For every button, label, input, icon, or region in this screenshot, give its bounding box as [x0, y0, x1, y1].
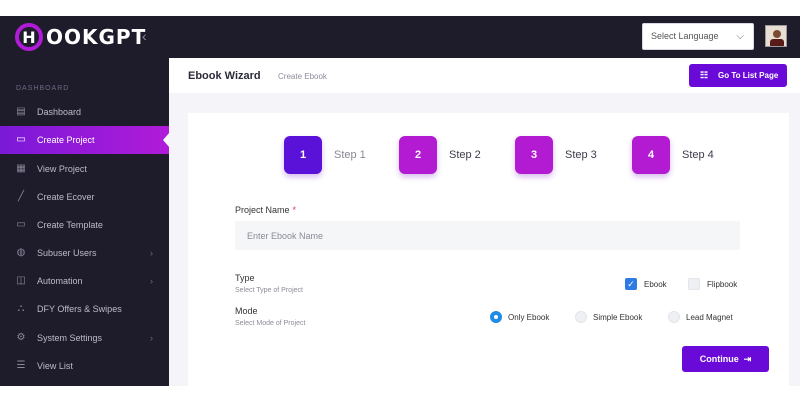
sidebar-item-view-project[interactable]: ▦ View Project: [0, 155, 169, 183]
wizard-card: 1 Step 1 2 Step 2 3 Step 3 4 Step 4 Proj…: [188, 113, 789, 388]
step-number: 1: [284, 136, 322, 174]
type-option-flipbook[interactable]: Flipbook: [688, 278, 737, 290]
sidebar-item-automation[interactable]: ◫ Automation ›: [0, 267, 169, 295]
step-label: Step 2: [449, 149, 481, 161]
radio-unselected-icon[interactable]: [575, 311, 587, 323]
template-icon: ▭: [16, 219, 26, 230]
brush-icon: ╱: [17, 191, 25, 202]
sidebar-item-view-list[interactable]: ☰ View List: [0, 352, 169, 380]
sidebar-item-label: Create Ecover: [37, 192, 95, 202]
window-icon: ▭: [16, 134, 26, 145]
go-to-list-button[interactable]: ☷ Go To List Page: [689, 64, 787, 87]
chevron-right-icon: ›: [150, 333, 153, 343]
main-content: Ebook Wizard Create Ebook ☷ Go To List P…: [169, 58, 800, 388]
users-icon: ◍: [16, 247, 26, 258]
project-name-input[interactable]: [235, 221, 740, 250]
option-label: Only Ebook: [508, 312, 550, 322]
mode-label: Mode: [235, 306, 258, 316]
list-numbered-icon: ☷: [700, 70, 709, 80]
sidebar-item-system-settings[interactable]: ⚙ System Settings ›: [0, 324, 169, 352]
logo-text: OOKGPT: [46, 25, 147, 49]
continue-button[interactable]: Continue ⇥: [682, 346, 769, 372]
chevron-right-icon: ›: [150, 276, 153, 286]
step-number: 3: [515, 136, 553, 174]
checkbox-unchecked-icon[interactable]: [688, 278, 700, 290]
option-label: Lead Magnet: [686, 312, 733, 322]
required-marker: *: [292, 205, 297, 215]
logo[interactable]: H OOKGPT: [14, 18, 146, 56]
step-label: Step 3: [565, 149, 597, 161]
breadcrumb: Ebook Wizard Create Ebook ☷ Go To List P…: [169, 58, 800, 93]
step-2[interactable]: 2 Step 2: [399, 136, 481, 174]
sidebar-item-subuser-users[interactable]: ◍ Subuser Users ›: [0, 239, 169, 267]
chevron-right-icon: ›: [150, 248, 153, 258]
sidebar-heading: DASHBOARD: [16, 85, 70, 92]
automation-icon: ◫: [16, 275, 26, 286]
sidebar-item-label: Subuser Users: [37, 248, 97, 258]
chevron-left-icon[interactable]: ‹: [142, 28, 147, 44]
page-title: Ebook Wizard: [188, 70, 261, 82]
chevron-down-icon: ⌵: [736, 31, 744, 42]
type-label: Type: [235, 273, 255, 283]
mode-option-simple-ebook[interactable]: Simple Ebook: [575, 311, 642, 323]
option-label: Simple Ebook: [593, 312, 643, 322]
sidebar: DASHBOARD ▤ Dashboard ▭ Create Project ▦…: [0, 58, 170, 386]
type-sublabel: Select Type of Project: [235, 287, 303, 294]
type-option-ebook[interactable]: ✓ Ebook: [625, 278, 667, 290]
sidebar-item-dashboard[interactable]: ▤ Dashboard: [0, 98, 169, 126]
logo-mark-icon: H: [14, 22, 44, 52]
step-label: Step 1: [334, 149, 366, 161]
sidebar-item-create-ecover[interactable]: ╱ Create Ecover: [0, 183, 169, 211]
radio-selected-icon[interactable]: [490, 311, 502, 323]
go-to-list-label: Go To List Page: [718, 71, 779, 80]
settings-icon: ⚙: [16, 332, 26, 343]
language-select[interactable]: Select Language ⌵: [642, 23, 754, 50]
sidebar-item-create-project[interactable]: ▭ Create Project: [0, 126, 170, 154]
mode-option-lead-magnet[interactable]: Lead Magnet: [668, 311, 733, 323]
continue-label: Continue: [699, 354, 739, 364]
radio-unselected-icon[interactable]: [668, 311, 680, 323]
sidebar-item-create-template[interactable]: ▭ Create Template: [0, 211, 169, 239]
step-4[interactable]: 4 Step 4: [632, 136, 714, 174]
option-label: Flipbook: [707, 279, 738, 289]
step-1[interactable]: 1 Step 1: [284, 136, 366, 174]
step-number: 4: [632, 136, 670, 174]
avatar[interactable]: [765, 25, 787, 47]
list-icon: ☰: [16, 360, 26, 371]
project-name-label-text: Project Name: [235, 205, 290, 215]
logo-mark-letter: H: [22, 28, 35, 47]
option-label: Ebook: [644, 279, 667, 289]
sidebar-item-label: DFY Offers & Swipes: [37, 304, 122, 314]
breadcrumb-current[interactable]: Create Ebook: [278, 72, 327, 81]
sidebar-item-label: Automation: [37, 276, 83, 286]
app-window: H OOKGPT ‹ Select Language ⌵ DASHBOARD ▤…: [0, 16, 800, 388]
top-bar: H OOKGPT ‹ Select Language ⌵: [0, 16, 800, 58]
project-name-label: Project Name *: [235, 205, 296, 215]
sidebar-item-label: View List: [37, 361, 73, 371]
checkbox-checked-icon[interactable]: ✓: [625, 278, 637, 290]
mode-option-only-ebook[interactable]: Only Ebook: [490, 311, 549, 323]
step-label: Step 4: [682, 149, 714, 161]
step-number: 2: [399, 136, 437, 174]
document-icon: ▦: [16, 163, 26, 174]
arrow-right-to-line-icon: ⇥: [743, 353, 752, 364]
mode-sublabel: Select Mode of Project: [235, 320, 306, 327]
language-select-value: Select Language: [651, 31, 719, 41]
sidebar-item-label: Create Template: [37, 220, 103, 230]
sidebar-item-label: View Project: [37, 164, 87, 174]
gift-icon: ⛬: [17, 303, 25, 314]
sidebar-item-dfy-offers[interactable]: ⛬ DFY Offers & Swipes: [0, 295, 169, 323]
dashboard-icon: ▤: [16, 106, 26, 117]
sidebar-item-label: System Settings: [37, 333, 103, 343]
sidebar-item-label: Dashboard: [37, 107, 82, 117]
sidebar-item-label: Create Project: [37, 135, 95, 145]
step-3[interactable]: 3 Step 3: [515, 136, 597, 174]
